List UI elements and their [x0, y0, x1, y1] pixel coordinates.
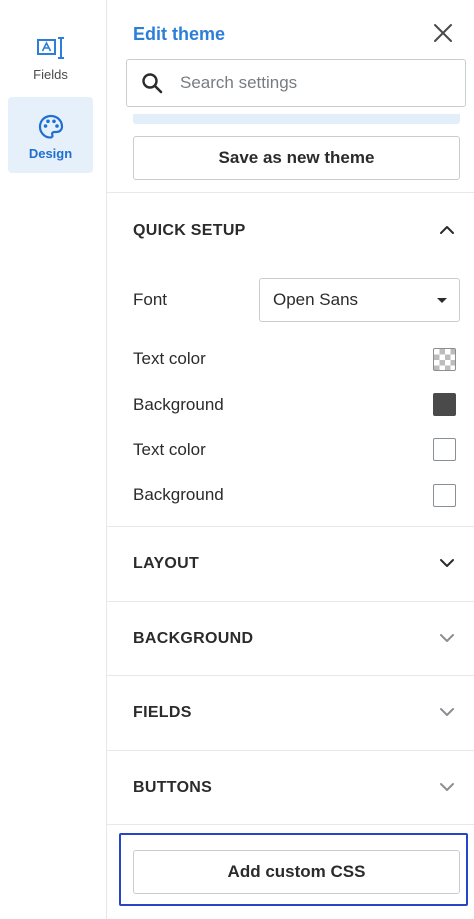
chevron-down-icon	[439, 630, 455, 648]
chevron-down-icon	[439, 555, 455, 573]
save-as-new-theme-button[interactable]: Save as new theme	[133, 136, 460, 180]
left-rail: Fields Design	[0, 0, 107, 919]
chevron-down-icon	[439, 779, 455, 797]
add-custom-css-button[interactable]: Add custom CSS	[133, 850, 460, 894]
text-color-label: Text color	[133, 349, 206, 368]
panel-title: Edit theme	[133, 24, 226, 44]
chevron-up-icon	[439, 222, 455, 240]
font-label: Font	[133, 290, 168, 309]
search-icon	[140, 71, 164, 95]
text-color-swatch[interactable]	[433, 438, 456, 461]
search-input[interactable]	[180, 73, 440, 93]
rail-item-label: Design	[28, 146, 73, 161]
rail-item-label: Fields	[33, 67, 68, 82]
palette-icon	[37, 113, 65, 141]
divider	[107, 192, 474, 193]
text-color-label: Text color	[133, 440, 206, 459]
close-button[interactable]	[432, 23, 454, 48]
close-icon	[433, 23, 453, 48]
section-fields[interactable]: FIELDS	[107, 676, 474, 750]
font-select-value: Open Sans	[273, 290, 359, 309]
section-title: QUICK SETUP	[133, 222, 246, 239]
divider	[107, 824, 474, 825]
rail-item-fields[interactable]: Fields	[8, 18, 93, 94]
section-quick-setup[interactable]: QUICK SETUP	[107, 194, 474, 268]
section-title: FIELDS	[133, 704, 192, 721]
caret-down-icon	[437, 297, 447, 303]
background-label: Background	[133, 485, 224, 504]
edit-theme-panel: Edit theme Save as new theme QUICK SETUP…	[107, 0, 474, 919]
background-label: Background	[133, 395, 224, 414]
background-swatch[interactable]	[433, 484, 456, 507]
section-title: BUTTONS	[133, 779, 213, 796]
section-layout[interactable]: LAYOUT	[107, 527, 474, 601]
font-select[interactable]: Open Sans	[259, 278, 460, 322]
rail-item-design[interactable]: Design	[8, 97, 93, 173]
section-title: LAYOUT	[133, 555, 200, 572]
section-background[interactable]: BACKGROUND	[107, 602, 474, 676]
chevron-down-icon	[439, 704, 455, 722]
scroll-edge-strip	[133, 114, 460, 124]
section-buttons[interactable]: BUTTONS	[107, 751, 474, 825]
text-color-swatch[interactable]	[433, 348, 456, 371]
text-field-icon	[36, 34, 66, 62]
background-swatch[interactable]	[433, 393, 456, 416]
search-box	[126, 59, 466, 107]
section-title: BACKGROUND	[133, 630, 254, 647]
